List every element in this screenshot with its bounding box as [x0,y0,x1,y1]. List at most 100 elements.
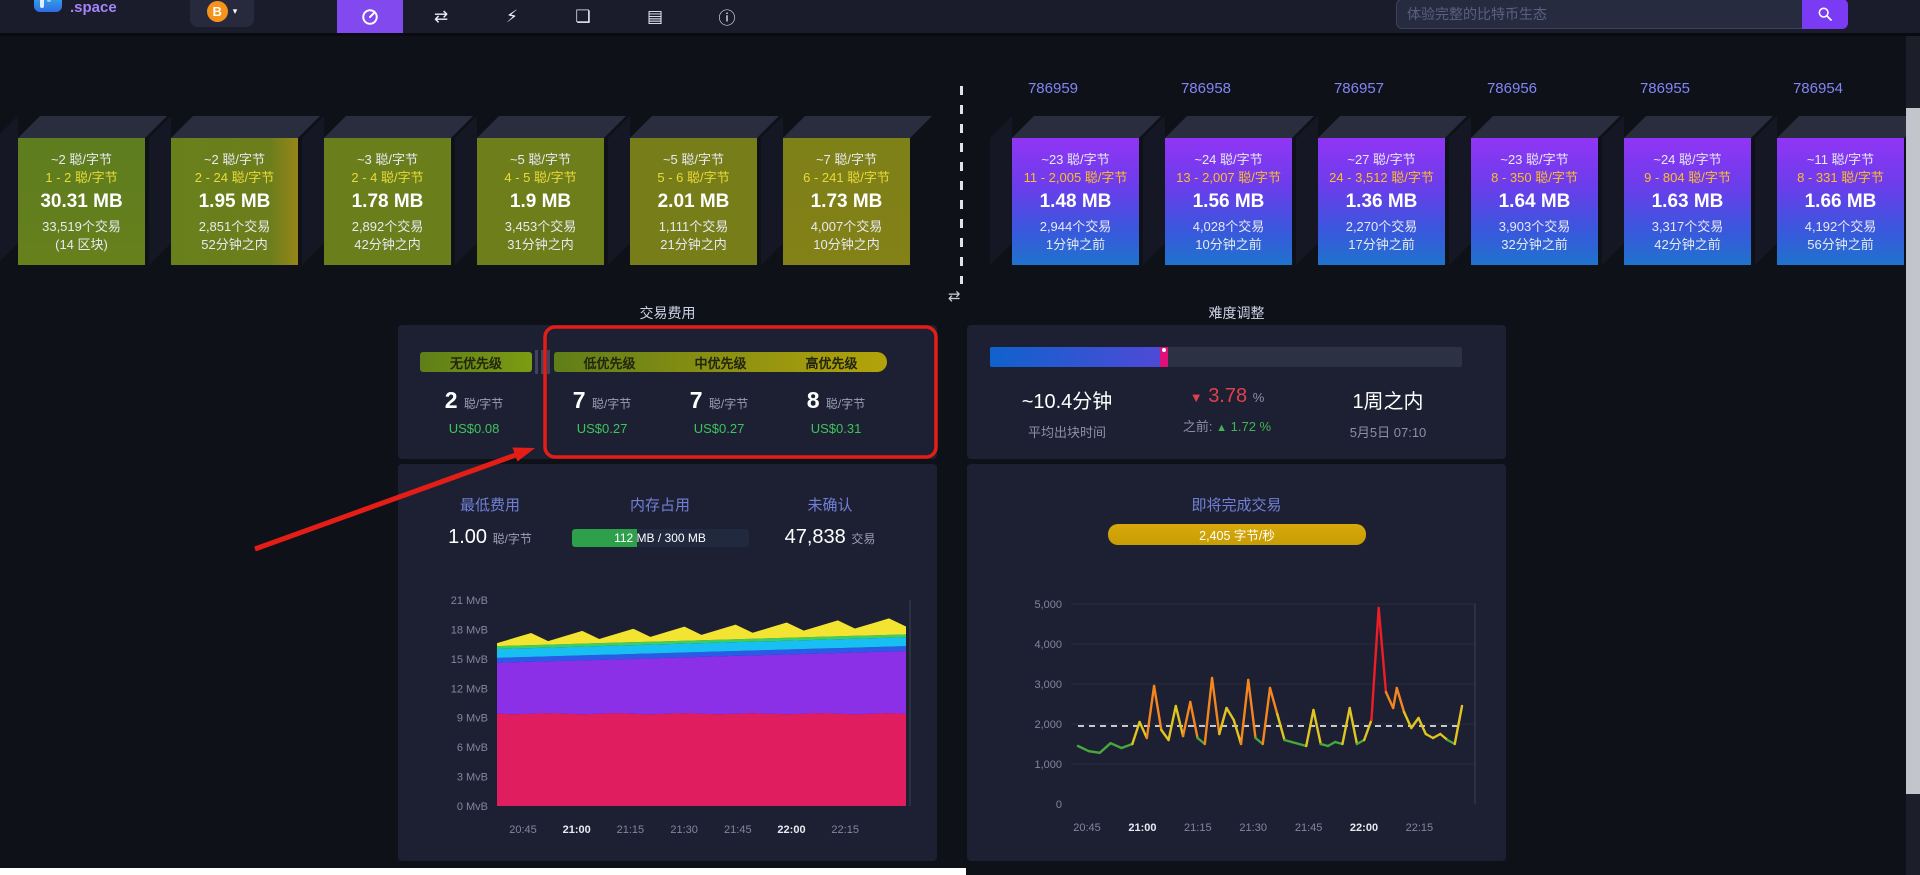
mempool-block[interactable]: ~2 聪/字节2 - 24 聪/字节1.95 MB2,851个交易52分钟之内 [171,138,298,265]
cube-top-face [630,116,779,138]
fees-title: 交易费用 [398,303,937,323]
cube-face: ~23 聪/字节8 - 350 聪/字节1.64 MB3,903个交易32分钟之… [1471,138,1598,265]
fee-tier-high-badge[interactable]: 高优先级 [776,352,887,372]
chevron-down-icon: ▾ [233,6,238,17]
svg-text:22:00: 22:00 [1350,822,1378,834]
block-tx-count: 2,892个交易 [352,219,424,234]
block-height-label[interactable]: 786958 [1131,80,1281,97]
cube-face: ~27 聪/字节24 - 3,512 聪/字节1.36 MB2,270个交易17… [1318,138,1445,265]
block-height-label[interactable]: 786954 [1743,80,1893,97]
search-input[interactable] [1396,0,1802,29]
block-fee-range: 8 - 350 聪/字节 [1491,170,1578,185]
mined-block[interactable]: ~11 聪/字节8 - 331 聪/字节1.66 MB4,192个交易56分钟之… [1777,138,1904,265]
fee-col-high: 8 聪/字节 US$0.31 [766,387,906,436]
cube-side-face [1296,116,1318,265]
chain-tip-divider [960,86,963,284]
cube-face: ~24 聪/字节9 - 804 聪/字节1.63 MB3,317个交易42分钟之… [1624,138,1751,265]
svg-text:20:45: 20:45 [509,824,537,836]
difficulty-title: 难度调整 [967,303,1506,323]
block-time: 17分钟之前 [1348,237,1414,252]
block-fee-range: 2 - 24 聪/字节 [195,170,274,185]
block-median-fee: ~3 聪/字节 [357,152,418,167]
cube-top-face [1165,116,1314,138]
incoming-title: 即将完成交易 [967,494,1506,515]
memory-stat: 内存占用 112 MB / 300 MB [570,494,750,547]
block-median-fee: ~7 聪/字节 [816,152,877,167]
block-median-fee: ~23 聪/字节 [1041,152,1109,167]
svg-text:3,000: 3,000 [1034,679,1062,691]
mempool-block[interactable]: ~2 聪/字节1 - 2 聪/字节30.31 MB33,519个交易(14 区块… [18,138,145,265]
cube-side-face [1755,116,1777,265]
swap-arrows-icon[interactable]: ⇄ [421,0,461,33]
mined-block[interactable]: ~27 聪/字节24 - 3,512 聪/字节1.36 MB2,270个交易17… [1318,138,1445,265]
retarget-eta: 1周之内 5月5日 07:10 [1298,385,1478,441]
svg-text:15 MvB: 15 MvB [451,654,488,666]
block-fee-range: 9 - 804 聪/字节 [1644,170,1731,185]
fee-rate-unit: 聪/字节 [826,397,865,411]
tab-dashboard[interactable] [337,0,403,33]
fee-tier-mid-badge[interactable]: 中优先级 [665,352,776,372]
mined-block[interactable]: ~23 聪/字节11 - 2,005 聪/字节1.48 MB2,944个交易1分… [1012,138,1139,265]
block-fee-range: 13 - 2,007 聪/字节 [1176,170,1281,185]
svg-text:5,000: 5,000 [1034,599,1062,611]
difficulty-progress-fill [990,347,1160,367]
block-height-label[interactable]: 786956 [1437,80,1587,97]
mining-icon[interactable]: ▤ [635,0,675,33]
fee-tier-none-badge[interactable]: 无优先级 [420,352,532,372]
mempool-block[interactable]: ~3 聪/字节2 - 4 聪/字节1.78 MB2,892个交易42分钟之内 [324,138,451,265]
svg-text:18 MvB: 18 MvB [451,624,488,636]
brand-name-bottom: .space [70,0,137,16]
block-height-label[interactable]: 786957 [1284,80,1434,97]
search-button[interactable] [1802,0,1848,29]
mined-block[interactable]: ~24 聪/字节13 - 2,007 聪/字节1.56 MB4,028个交易10… [1165,138,1292,265]
brand-logo[interactable]: mempool .space [34,0,137,16]
cube-side-face [455,116,477,265]
block-median-fee: ~11 聪/字节 [1807,152,1874,167]
fee-gradient-bar: 低优先级 中优先级 高优先级 [554,352,887,372]
block-time: (14 区块) [55,237,108,252]
info-icon[interactable]: ⓘ [707,0,747,33]
block-median-fee: ~2 聪/字节 [51,152,112,167]
cube-face: ~7 聪/字节6 - 241 聪/字节1.73 MB4,007个交易10分钟之内 [783,138,910,265]
mempool-block[interactable]: ~7 聪/字节6 - 241 聪/字节1.73 MB4,007个交易10分钟之内 [783,138,910,265]
block-height-label[interactable]: 786955 [1590,80,1740,97]
block-median-fee: ~2 聪/字节 [204,152,265,167]
retarget-eta-value: 1周之内 [1298,385,1478,414]
cube-side-face [149,116,171,265]
block-size: 1.95 MB [199,191,271,213]
svg-text:22:15: 22:15 [1406,822,1434,834]
top-nav: mempool .space B ▾ ⇄ ⚡ ❏ ▤ ⓘ [0,0,1920,36]
mempool-block[interactable]: ~5 聪/字节4 - 5 聪/字节1.9 MB3,453个交易31分钟之内 [477,138,604,265]
currency-dropdown[interactable]: B ▾ [190,0,254,27]
fee-usd: US$0.08 [404,421,544,436]
block-size: 1.48 MB [1040,191,1112,213]
mined-block[interactable]: ~24 聪/字节9 - 804 聪/字节1.63 MB3,317个交易42分钟之… [1624,138,1751,265]
mined-block[interactable]: ~23 聪/字节8 - 350 聪/字节1.64 MB3,903个交易32分钟之… [1471,138,1598,265]
svg-text:21:15: 21:15 [1184,822,1212,834]
block-tx-count: 1,111个交易 [659,219,729,234]
svg-text:22:15: 22:15 [831,824,859,836]
block-median-fee: ~27 聪/字节 [1347,152,1415,167]
memory-label: 内存占用 [570,494,750,515]
block-fee-range: 24 - 3,512 聪/字节 [1329,170,1434,185]
lightning-icon[interactable]: ⚡ [492,0,532,33]
min-fee-label: 最低费用 [400,494,580,515]
svg-text:21:15: 21:15 [617,824,645,836]
block-time: 42分钟之前 [1654,237,1720,252]
mempool-block[interactable]: ~5 聪/字节5 - 6 聪/字节2.01 MB1,111个交易21分钟之内 [630,138,757,265]
block-height-label[interactable]: 786959 [978,80,1128,97]
difficulty-change-value: 3.78 [1208,385,1247,407]
block-size: 1.9 MB [510,191,571,213]
cube-face: ~11 聪/字节8 - 331 聪/字节1.66 MB4,192个交易56分钟之… [1777,138,1904,265]
block-median-fee: ~24 聪/字节 [1653,152,1721,167]
block-size: 1.66 MB [1805,191,1877,213]
fee-tier-low-badge[interactable]: 低优先级 [554,352,665,372]
cube-top-face [1012,116,1161,138]
block-fee-range: 4 - 5 聪/字节 [504,170,576,185]
previous-label: 之前: [1183,419,1213,434]
svg-text:2,000: 2,000 [1034,719,1062,731]
blocks-icon[interactable]: ❏ [563,0,603,33]
scrollbar-thumb[interactable] [1906,108,1920,794]
block-fee-range: 5 - 6 聪/字节 [657,170,729,185]
mempool-area-chart: 21 MvB18 MvB15 MvB12 MvB9 MvB6 MvB3 MvB0… [398,560,937,875]
